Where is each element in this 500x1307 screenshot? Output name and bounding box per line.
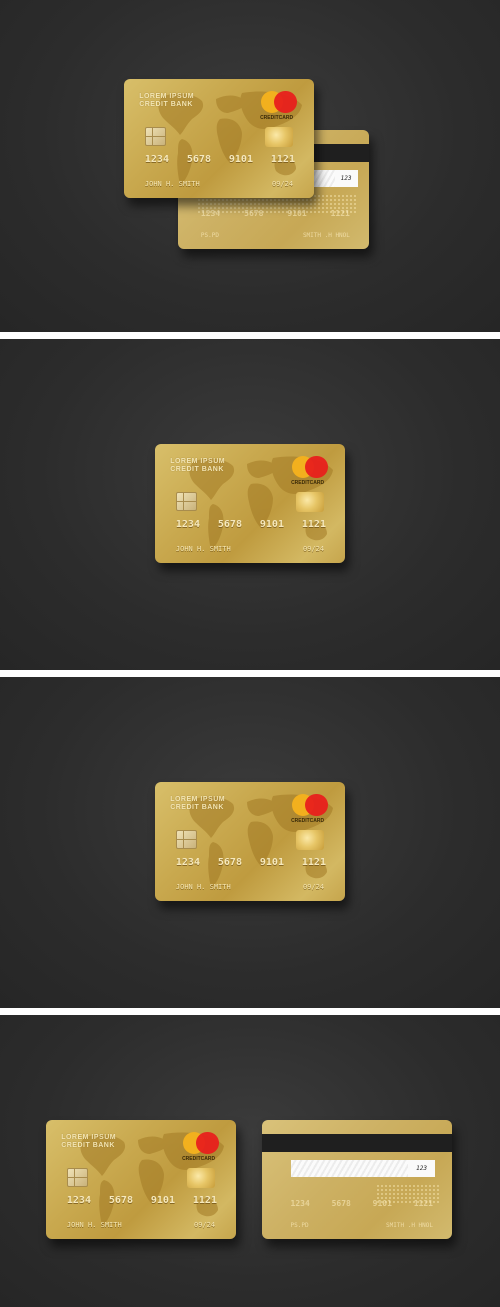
number-group: 9101 xyxy=(259,856,284,868)
hologram-icon xyxy=(295,829,325,850)
number-group: 1121 xyxy=(270,153,295,165)
number-group: 1234 xyxy=(66,1194,91,1206)
bank-name-line2: CREDIT BANK xyxy=(61,1142,115,1150)
cardholder-name: JOHN H. SMITH xyxy=(175,883,231,892)
cardholder-name: JOHN H. SMITH xyxy=(175,545,231,554)
back-holder: PS.PD xyxy=(290,1222,309,1230)
signature-strip xyxy=(311,170,335,188)
card-front: LOREM IPSUM CREDIT BANK CREDITCARD 1234 … xyxy=(46,1120,236,1239)
back-number-group: 5678 xyxy=(244,208,264,218)
card-network-logo-icon: CREDITCARD xyxy=(182,1131,221,1163)
bank-name-line2: CREDIT BANK xyxy=(139,101,193,109)
emv-chip-icon xyxy=(144,126,166,146)
expiry-date: 09/24 xyxy=(303,545,325,554)
brand-label: CREDITCARD xyxy=(182,1156,216,1163)
card-number: 1234 5678 9101 1121 xyxy=(176,857,326,868)
number-group: 9101 xyxy=(259,518,284,530)
cvv-box: 123 xyxy=(408,1160,435,1178)
signature-strip xyxy=(290,1160,409,1178)
back-number-group: 1234 xyxy=(290,1198,310,1208)
brand-label: CREDITCARD xyxy=(260,115,294,122)
bank-name: LOREM IPSUM CREDIT BANK xyxy=(170,796,225,812)
mockup-panel-front: LOREM IPSUM CREDIT BANK CREDITCARD 1234 … xyxy=(0,677,500,1008)
bank-name: LOREM IPSUM CREDIT BANK xyxy=(139,93,194,109)
number-group: 1234 xyxy=(175,856,200,868)
cvv-box: 123 xyxy=(334,170,358,188)
card-network-logo-icon: CREDITCARD xyxy=(291,455,330,487)
back-name: SMITH .H HNOL xyxy=(386,1222,433,1230)
mockup-panel-front-back-stacked: 123 1234 5678 9101 1121 PS.PD SMITH .H H… xyxy=(0,0,500,332)
card-number: 1234 5678 9101 1121 xyxy=(67,1195,217,1206)
card-front: LOREM IPSUM CREDIT BANK CREDITCARD 1234 … xyxy=(155,782,345,901)
back-number-group: 9101 xyxy=(372,1198,392,1208)
back-card-number: 1234 5678 9101 1121 xyxy=(291,1199,434,1208)
emv-chip-icon xyxy=(175,829,197,849)
back-number-group: 1121 xyxy=(330,208,350,218)
hologram-icon xyxy=(186,1167,216,1188)
back-card-number: 1234 5678 9101 1121 xyxy=(201,209,350,218)
bank-name-line2: CREDIT BANK xyxy=(170,804,224,812)
card-network-logo-icon: CREDITCARD xyxy=(260,90,299,122)
number-group: 1234 xyxy=(144,153,169,165)
mockup-panel-front-and-back: LOREM IPSUM CREDIT BANK CREDITCARD 1234 … xyxy=(0,1015,500,1307)
back-number-group: 5678 xyxy=(331,1198,351,1208)
card-network-logo-icon: CREDITCARD xyxy=(291,793,330,825)
card-front: LOREM IPSUM CREDIT BANK CREDITCARD 1234 … xyxy=(124,79,314,198)
number-group: 1121 xyxy=(301,518,326,530)
bank-name: LOREM IPSUM CREDIT BANK xyxy=(170,458,225,474)
number-group: 5678 xyxy=(186,153,211,165)
card-number: 1234 5678 9101 1121 xyxy=(145,154,295,165)
cardholder-name: JOHN H. SMITH xyxy=(66,1221,122,1230)
back-number-group: 1121 xyxy=(413,1198,433,1208)
number-group: 1234 xyxy=(175,518,200,530)
back-number-group: 9101 xyxy=(287,208,307,218)
card-front: LOREM IPSUM CREDIT BANK CREDITCARD 1234 … xyxy=(155,444,345,563)
hologram-icon xyxy=(295,491,325,512)
number-group: 5678 xyxy=(217,856,242,868)
emv-chip-icon xyxy=(175,491,197,511)
expiry-date: 09/24 xyxy=(272,180,294,189)
hologram-icon xyxy=(264,126,294,147)
mockup-panel-front: LOREM IPSUM CREDIT BANK CREDITCARD 1234 … xyxy=(0,339,500,670)
bank-name: LOREM IPSUM CREDIT BANK xyxy=(61,1134,116,1150)
back-name: SMITH .H HNOL xyxy=(302,232,350,240)
card-number: 1234 5678 9101 1121 xyxy=(176,519,326,530)
back-holder: PS.PD xyxy=(200,232,219,240)
expiry-date: 09/24 xyxy=(194,1221,216,1230)
number-group: 9101 xyxy=(150,1194,175,1206)
emv-chip-icon xyxy=(66,1167,88,1187)
number-group: 1121 xyxy=(301,856,326,868)
card-back: 123 1234 5678 9101 1121 PS.PD SMITH .H H… xyxy=(262,1120,452,1239)
number-group: 1121 xyxy=(192,1194,217,1206)
back-number-group: 1234 xyxy=(200,208,221,218)
number-group: 5678 xyxy=(108,1194,133,1206)
brand-label: CREDITCARD xyxy=(291,818,325,825)
number-group: 9101 xyxy=(228,153,253,165)
number-group: 5678 xyxy=(217,518,242,530)
magnetic-stripe xyxy=(262,1134,452,1153)
expiry-date: 09/24 xyxy=(303,883,325,892)
bank-name-line2: CREDIT BANK xyxy=(170,466,224,474)
cardholder-name: JOHN H. SMITH xyxy=(144,180,200,189)
brand-label: CREDITCARD xyxy=(291,480,325,487)
